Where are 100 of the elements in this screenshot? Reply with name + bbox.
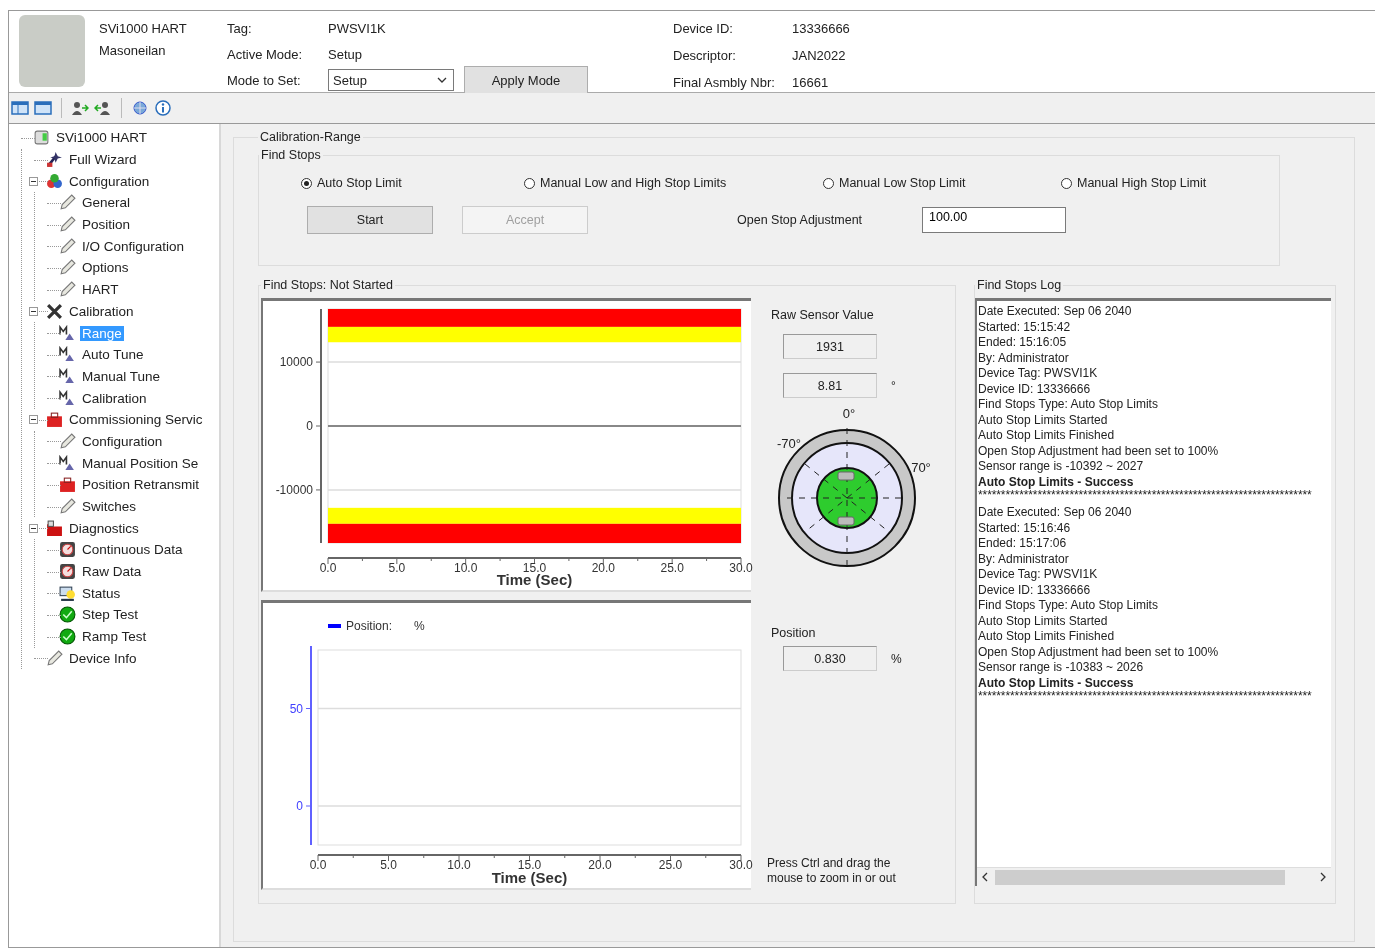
tree-item[interactable]: Options [80, 260, 131, 276]
start-button[interactable]: Start [307, 206, 433, 234]
radio-option[interactable]: Manual Low Stop Limit [823, 176, 1061, 190]
field-label: Descriptor: [673, 48, 737, 63]
tree-item[interactable]: Position Retransmit [80, 477, 202, 493]
tree-item[interactable]: Auto Tune [80, 347, 146, 363]
field-label: Tag: [227, 20, 253, 36]
tune-icon [59, 389, 76, 407]
angle-field: 8.81 [783, 373, 877, 398]
pencil-icon [59, 237, 76, 255]
window-icon[interactable] [34, 100, 52, 116]
radio-button-icon[interactable] [301, 177, 312, 189]
log-line: Auto Stop Limits Started [978, 613, 1109, 629]
log-line: Sensor range is -10383 ~ 2026 [978, 660, 1145, 676]
folder-icon [46, 519, 63, 537]
log-line: Sensor range is -10392 ~ 2027 [978, 459, 1145, 475]
check-circle-icon [59, 606, 76, 624]
tree-item[interactable]: Calibration [80, 390, 149, 406]
tree-item[interactable]: Manual Position Se [80, 455, 201, 471]
field-value: 13336666 [792, 21, 850, 36]
tree-item[interactable]: Configuration [67, 173, 152, 189]
raw-sensor-field: 1931 [783, 334, 877, 359]
radio-button-icon[interactable] [524, 177, 535, 189]
apply-mode-button[interactable]: Apply Mode [464, 66, 588, 94]
position-field: 0.830 [783, 646, 877, 671]
user-upload-icon[interactable] [71, 100, 89, 116]
group-title: Find Stops: Not Started [262, 278, 394, 292]
radio-option[interactable]: Manual Low and High Stop Limits [524, 176, 823, 190]
group-title: Calibration-Range [259, 130, 362, 144]
log-line: Date Executed: Sep 06 2040 [978, 505, 1133, 521]
info-icon[interactable] [154, 100, 172, 116]
tree-item[interactable]: Status [80, 585, 123, 601]
log-result: Auto Stop Limits - Success [978, 675, 1135, 691]
log-line: Open Stop Adjustment had been set to 100% [978, 443, 1220, 459]
globe-icon[interactable] [131, 100, 149, 116]
pencil-icon [59, 281, 76, 299]
tree-item[interactable]: Device Info [67, 650, 139, 666]
dial-label: 0° [842, 406, 856, 421]
pencil-icon [59, 259, 76, 277]
axis-tick-label: 30.0 [729, 858, 753, 872]
axis-tick-label: 5.0 [380, 858, 397, 872]
tree-item[interactable]: Calibration [67, 303, 136, 319]
dial-label: 70° [911, 460, 931, 475]
tree-item[interactable]: HART [80, 282, 121, 298]
zoom-hint-text: Press Ctrl and drag the mouse to zoom in or out [767, 856, 897, 887]
manufacturer-name: Masoneilan [99, 43, 167, 58]
log-line: Open Stop Adjustment had been set to 100% [978, 644, 1220, 660]
group-title: Find Stops [260, 148, 322, 162]
axis-tick-label: 5.0 [388, 561, 406, 575]
radio-option[interactable]: Manual High Stop Limit [1061, 176, 1279, 190]
tree-item[interactable]: Raw Data [80, 564, 144, 580]
log-separator: ************************************************************************* [978, 490, 1313, 504]
radio-button-icon[interactable] [1061, 177, 1072, 189]
mode-dropdown[interactable]: Setup [328, 69, 454, 91]
tree-item[interactable]: Configuration [80, 433, 165, 449]
window-icon[interactable] [11, 100, 29, 116]
axis-tick-label: -10000 [275, 482, 313, 497]
field-label: Active Mode: [227, 46, 304, 62]
pencil-icon [59, 194, 76, 212]
horizontal-scrollbar[interactable] [977, 867, 1331, 886]
log-line: Ended: 15:16:05 [978, 335, 1068, 351]
log-line: Auto Stop Limits Started [978, 412, 1109, 428]
collapse-icon[interactable] [28, 176, 38, 186]
log-line: Started: 15:15:42 [978, 319, 1072, 335]
tree-item[interactable]: I/O Configuration [80, 238, 187, 254]
log-line: Ended: 15:17:06 [978, 536, 1068, 552]
tree-item[interactable]: SVi1000 HART [54, 130, 150, 146]
collapse-icon[interactable] [28, 415, 38, 425]
user-download-icon[interactable] [94, 100, 112, 116]
field-label: Mode to Set: [227, 72, 302, 88]
tree-item[interactable]: Step Test [80, 607, 141, 623]
collapse-icon[interactable] [28, 306, 38, 316]
tree-item[interactable]: Full Wizard [67, 152, 139, 168]
tree-item[interactable]: Diagnostics [67, 520, 141, 536]
tree-item[interactable]: Continuous Data [80, 542, 185, 558]
unit-label: % [891, 651, 902, 666]
tree-item[interactable]: Switches [80, 499, 139, 515]
collapse-icon[interactable] [28, 523, 38, 533]
tree-item[interactable]: Commissioning Servic [67, 412, 205, 428]
open-stop-adjustment-field[interactable]: 100.00 [922, 207, 1066, 233]
radio-button-icon[interactable] [823, 177, 834, 189]
tools-icon [46, 302, 63, 320]
log-line: Device Tag: PWSVI1K [978, 567, 1099, 583]
pencil-icon [46, 649, 63, 667]
toolbox-icon [59, 476, 76, 494]
pencil-icon [59, 432, 76, 450]
tree-item[interactable]: Manual Tune [80, 368, 163, 384]
wizard-icon [46, 151, 63, 169]
log-result: Auto Stop Limits - Success [978, 474, 1135, 490]
axis-tick-label: 15.0 [517, 858, 542, 872]
log-line: By: Administrator [978, 350, 1070, 366]
scrollbar-thumb[interactable] [995, 869, 1285, 885]
tree-item[interactable]: Position [80, 217, 133, 233]
tree-item[interactable]: General [80, 195, 133, 211]
tree-item[interactable]: Ramp Test [80, 629, 149, 645]
pencil-icon [59, 216, 76, 234]
log-line: Device ID: 13336666 [978, 582, 1092, 598]
field-label: Device ID: [673, 21, 734, 36]
field-label: Final Asmbly Nbr: [673, 75, 776, 90]
radio-option[interactable]: Auto Stop Limit [301, 176, 524, 190]
